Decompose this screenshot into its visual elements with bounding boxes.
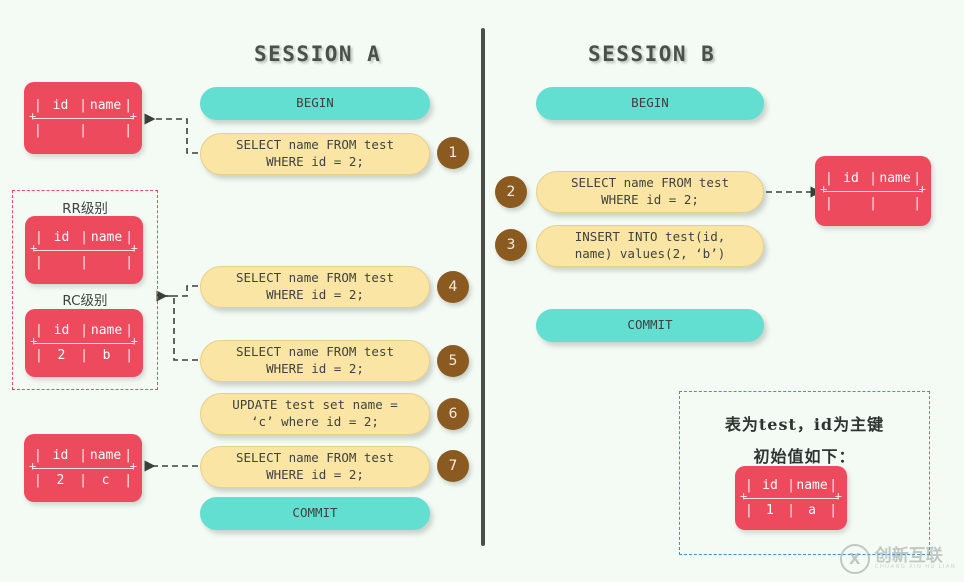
rc-label: RC级别 — [62, 293, 108, 309]
step-badge-3: 3 — [495, 229, 527, 261]
table-row: | 2 | c | — [30, 471, 136, 491]
session-b-step-commit[interactable]: COMMIT — [536, 309, 764, 342]
watermark-text: 创新互联 CHUANG XIN HU LIAN — [874, 545, 956, 571]
table-bar: | — [80, 255, 88, 270]
table-bar: | — [79, 473, 87, 488]
table-header-row: | id | name | — [31, 321, 137, 341]
header-name: name — [90, 230, 123, 245]
cell-id: 2 — [56, 473, 65, 488]
table-bar: | — [913, 196, 922, 211]
step-badge-6: 6 — [437, 398, 469, 430]
table-header-row: | id | name | — [30, 96, 136, 116]
watermark-en: CHUANG XIN HU LIAN — [874, 563, 956, 570]
table-row: | 1 | a | — [741, 501, 841, 521]
watermark-logo-icon: X — [839, 544, 870, 574]
result-table-step1: | id | name | | | | — [24, 82, 142, 154]
table-bar: | — [34, 473, 42, 488]
session-b-step-3[interactable]: INSERT INTO test(id, name) values(2, ‘b’… — [536, 225, 764, 267]
table-bar: | — [787, 478, 795, 493]
table-bar: | — [125, 255, 134, 270]
header-name: name — [89, 448, 122, 463]
session-divider — [481, 28, 485, 546]
table-bar: | — [80, 348, 88, 363]
step-badge-1: 1 — [437, 137, 469, 169]
table-header-row: | id | name | — [821, 169, 925, 189]
header-id: id — [53, 230, 70, 245]
table-bar: | — [79, 448, 87, 463]
watermark-cn: 创新互联 — [874, 545, 943, 566]
rr-label: RR级别 — [62, 201, 108, 217]
session-a-step-5[interactable]: SELECT name FROM test WHERE id = 2; — [200, 340, 430, 382]
header-id: id — [52, 448, 69, 463]
session-b-title: SESSION B — [588, 42, 716, 66]
cell-id: 2 — [57, 348, 66, 363]
table-bar: | — [79, 98, 87, 113]
table-header-row: | id | name | — [31, 228, 137, 248]
table-header-row: | id | name | — [741, 476, 841, 496]
table-bar: | — [80, 230, 88, 245]
header-name: name — [90, 323, 123, 338]
table-bar: | — [869, 171, 877, 186]
table-bar: | — [124, 123, 133, 138]
table-row: | 2 | b | — [31, 346, 137, 366]
table-separator — [740, 490, 842, 502]
step-badge-5: 5 — [437, 345, 469, 377]
table-header-row: | id | name | — [30, 446, 136, 466]
step-badge-4: 4 — [437, 271, 469, 303]
table-bar: | — [35, 255, 43, 270]
session-a-step-commit[interactable]: COMMIT — [200, 497, 430, 530]
table-separator — [29, 460, 137, 472]
table-separator — [30, 335, 138, 347]
session-a-step-6[interactable]: UPDATE test set name = ‘c’ where id = 2; — [200, 393, 430, 435]
table-bar: | — [125, 348, 134, 363]
step-badge-7: 7 — [437, 450, 469, 482]
cell-name: b — [102, 348, 111, 363]
header-name: name — [879, 171, 911, 186]
note-line-1: 表为test，id为主键 — [724, 415, 885, 434]
session-a-step-7[interactable]: SELECT name FROM test WHERE id = 2; — [200, 446, 430, 488]
table-bar: | — [35, 348, 43, 363]
step-badge-2: 2 — [495, 176, 527, 208]
table-bar: | — [825, 196, 833, 211]
watermark: X 创新互联 CHUANG XIN HU LIAN — [839, 544, 956, 574]
result-table-step7: | id | name | | 2 | c | — [24, 434, 142, 502]
table-bar: | — [34, 123, 42, 138]
session-a-step-4[interactable]: SELECT name FROM test WHERE id = 2; — [200, 266, 430, 308]
table-bar: | — [829, 503, 838, 518]
header-id: id — [762, 478, 778, 493]
diagram-canvas: SESSION A BEGIN SELECT name FROM test WH… — [0, 0, 964, 582]
header-id: id — [52, 98, 69, 113]
header-name: name — [89, 98, 122, 113]
result-table-rc: | id | name | | 2 | b | — [25, 309, 143, 377]
session-a-step-begin[interactable]: BEGIN — [200, 87, 430, 120]
result-table-step2: | id | name | | | | — [815, 156, 931, 226]
header-name: name — [796, 478, 828, 493]
session-b-step-2[interactable]: SELECT name FROM test WHERE id = 2; — [536, 171, 764, 213]
table-separator — [30, 242, 138, 254]
session-a-title: SESSION A — [254, 42, 382, 66]
cell-id: 1 — [766, 503, 774, 518]
table-row: | | | — [821, 194, 925, 214]
initial-value-table: | id | name | | 1 | a | — [735, 466, 847, 530]
header-id: id — [53, 323, 70, 338]
table-bar: | — [869, 196, 877, 211]
note-line-2: 初始值如下： — [753, 447, 856, 466]
table-separator — [820, 183, 926, 195]
session-a-step-1[interactable]: SELECT name FROM test WHERE id = 2; — [200, 133, 430, 175]
table-bar: | — [80, 323, 88, 338]
table-bar: | — [745, 503, 753, 518]
result-table-rr: | id | name | | | | — [25, 216, 143, 284]
table-separator — [29, 110, 137, 122]
table-bar: | — [787, 503, 795, 518]
table-bar: | — [79, 123, 87, 138]
cell-name: c — [101, 473, 110, 488]
table-row: | | | — [30, 121, 136, 141]
session-b-step-begin[interactable]: BEGIN — [536, 87, 764, 120]
header-id: id — [843, 171, 859, 186]
table-row: | | | — [31, 253, 137, 273]
cell-name: a — [808, 503, 816, 518]
table-bar: | — [124, 473, 133, 488]
